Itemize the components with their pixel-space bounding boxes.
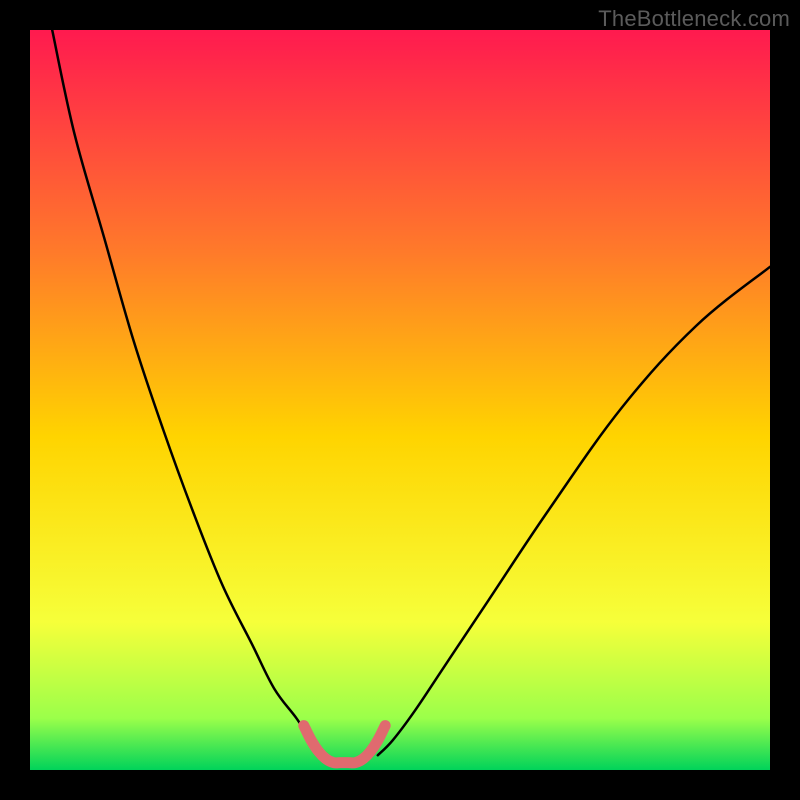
plot-area [30,30,770,770]
chart-stage: TheBottleneck.com [0,0,800,800]
chart-svg [0,0,800,800]
watermark-label: TheBottleneck.com [598,6,790,32]
